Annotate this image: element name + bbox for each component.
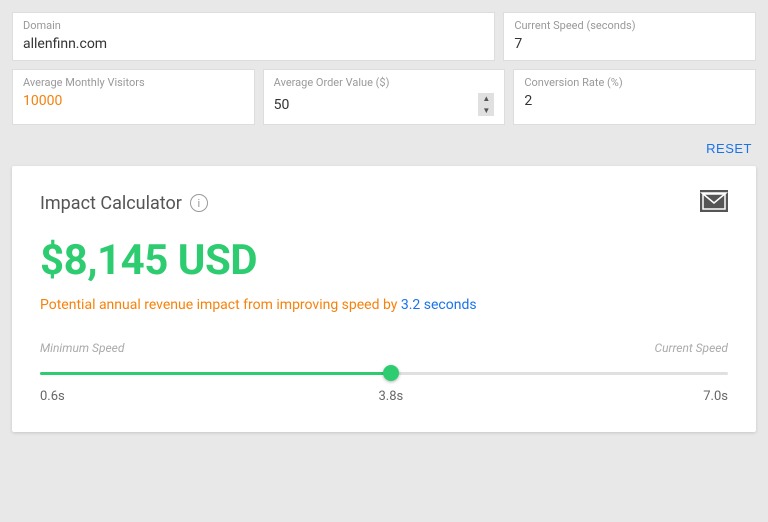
slider-min-value: 0.6s bbox=[40, 389, 65, 404]
conversion-label: Conversion Rate (%) bbox=[524, 76, 745, 89]
domain-label: Domain bbox=[23, 19, 484, 32]
conversion-input[interactable] bbox=[524, 93, 745, 109]
order-group: Average Order Value ($) ▲ ▼ bbox=[263, 69, 506, 125]
impact-description: Potential annual revenue impact from imp… bbox=[40, 297, 728, 313]
email-button[interactable] bbox=[700, 190, 728, 216]
top-section: Domain Current Speed (seconds) Average M… bbox=[12, 12, 756, 125]
info-icon[interactable]: i bbox=[190, 194, 208, 212]
slider-labels-top: Minimum Speed Current Speed bbox=[40, 341, 728, 355]
conversion-group: Conversion Rate (%) bbox=[513, 69, 756, 125]
speed-input[interactable] bbox=[514, 36, 745, 52]
description-prefix: Potential annual revenue impact from imp… bbox=[40, 297, 397, 313]
order-decrement[interactable]: ▼ bbox=[478, 105, 494, 117]
slider-track-container bbox=[40, 363, 728, 383]
domain-input[interactable] bbox=[23, 36, 484, 52]
slider-thumb[interactable] bbox=[383, 365, 399, 381]
slider-values-row: 0.6s 3.8s 7.0s bbox=[40, 389, 728, 404]
order-input-wrapper: ▲ ▼ bbox=[274, 93, 495, 116]
visitors-label: Average Monthly Visitors bbox=[23, 76, 244, 89]
slider-max-label: Current Speed bbox=[655, 341, 728, 355]
reset-row: RESET bbox=[12, 135, 756, 166]
order-input[interactable] bbox=[274, 97, 475, 113]
speed-group: Current Speed (seconds) bbox=[503, 12, 756, 61]
slider-max-value: 7.0s bbox=[703, 389, 728, 404]
order-spinner: ▲ ▼ bbox=[478, 93, 494, 116]
email-icon bbox=[700, 190, 728, 212]
input-row-1: Domain Current Speed (seconds) bbox=[12, 12, 756, 61]
revenue-display: $8,145 USD bbox=[40, 236, 728, 285]
order-increment[interactable]: ▲ bbox=[478, 93, 494, 105]
order-label: Average Order Value ($) bbox=[274, 76, 495, 89]
slider-min-label: Minimum Speed bbox=[40, 341, 124, 355]
speed-label: Current Speed (seconds) bbox=[514, 19, 745, 32]
visitors-group: Average Monthly Visitors bbox=[12, 69, 255, 125]
description-highlight: 3.2 seconds bbox=[401, 297, 477, 313]
card-title-area: Impact Calculator i bbox=[40, 193, 208, 214]
card-header: Impact Calculator i bbox=[40, 190, 728, 216]
reset-button[interactable]: RESET bbox=[702, 139, 756, 158]
input-row-2: Average Monthly Visitors Average Order V… bbox=[12, 69, 756, 125]
card-title: Impact Calculator bbox=[40, 193, 182, 214]
slider-mid-value: 3.8s bbox=[379, 389, 404, 404]
impact-calculator-card: Impact Calculator i $8,145 USD Potential… bbox=[12, 166, 756, 432]
domain-group: Domain bbox=[12, 12, 495, 61]
slider-section: Minimum Speed Current Speed 0.6s 3.8s 7.… bbox=[40, 341, 728, 404]
slider-fill bbox=[40, 372, 391, 375]
visitors-input[interactable] bbox=[23, 93, 244, 109]
